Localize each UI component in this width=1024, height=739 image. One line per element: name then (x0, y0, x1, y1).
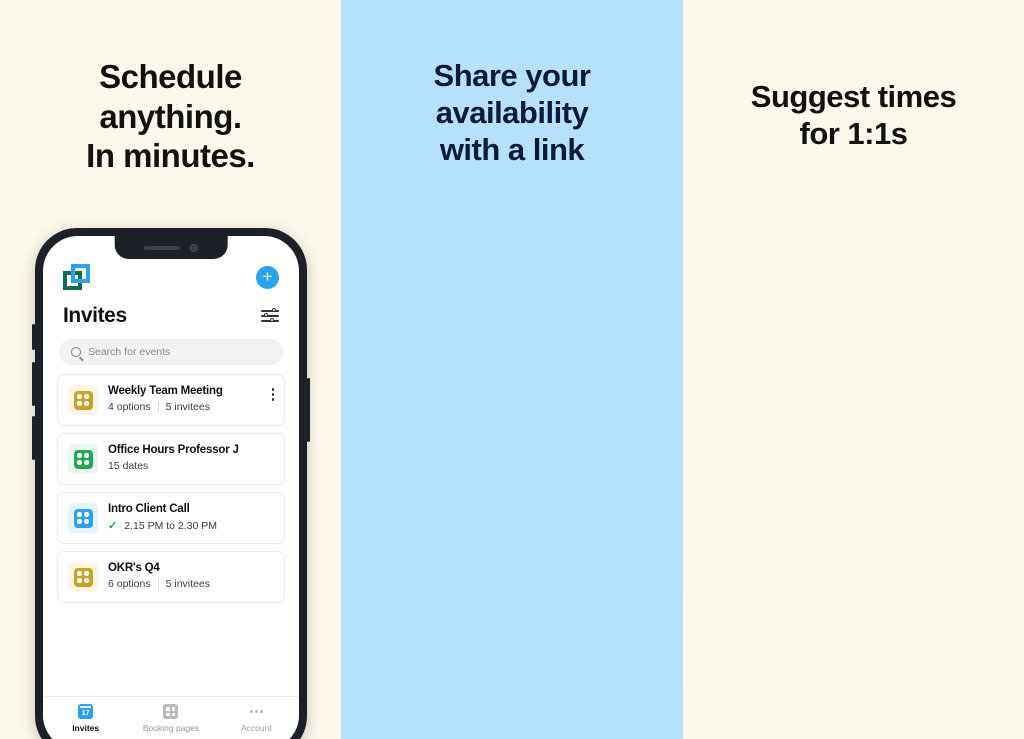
panel-suggest-times: Suggest times for 1:1s Choose a date (683, 0, 1024, 739)
grid-event-icon (68, 385, 98, 415)
meta-divider (157, 402, 159, 412)
invites-app: + Invites Search for events Weekly Team … (43, 236, 299, 739)
ellipsis-icon (249, 704, 264, 719)
tab-booking-pages[interactable]: Booking pages (128, 704, 213, 733)
list-item-body: Office Hours Professor J 15 dates (108, 444, 274, 472)
list-item-meta: ✓ 2.15 PM to 2.30 PM (108, 519, 274, 533)
check-icon: ✓ (108, 520, 118, 532)
list-item-body: Intro Client Call ✓ 2.15 PM to 2.30 PM (108, 503, 274, 532)
list-item-title: Weekly Team Meeting (108, 385, 223, 397)
panel-share-availability: Share your availability with a link (341, 0, 683, 739)
list-item-meta: 4 options 5 invitees (108, 401, 262, 413)
list-item-title: Intro Client Call (108, 503, 190, 515)
grid-event-icon (68, 562, 98, 592)
phone-mute-switch (32, 324, 35, 350)
list-item[interactable]: Intro Client Call ✓ 2.15 PM to 2.30 PM (57, 492, 285, 544)
list-item-title: Office Hours Professor J (108, 444, 239, 456)
panel-schedule-anything: Schedule anything. In minutes. + Invites… (0, 0, 341, 739)
notch-camera-icon (190, 243, 198, 252)
page-title-row: Invites (43, 290, 299, 328)
marketing-screenshot-stage: Schedule anything. In minutes. + Invites… (0, 0, 1024, 739)
kebab-menu-icon[interactable] (271, 385, 274, 401)
list-item[interactable]: OKR's Q4 6 options 5 invitees (57, 551, 285, 603)
list-item-meta: 15 dates (108, 460, 274, 472)
phone-screen-invites: + Invites Search for events Weekly Team … (43, 236, 299, 739)
grid-event-icon (68, 503, 98, 533)
list-item-body: Weekly Team Meeting 4 options 5 invitees (108, 385, 262, 413)
list-item-body: OKR's Q4 6 options 5 invitees (108, 562, 274, 590)
sliders-filter-icon[interactable] (261, 308, 279, 323)
invites-list: Weekly Team Meeting 4 options 5 invitees (43, 365, 299, 603)
list-item-meta-secondary: 5 invitees (165, 578, 210, 590)
tab-label: Booking pages (142, 723, 200, 733)
tab-label: Account (240, 723, 272, 733)
list-item-meta-secondary: 5 invitees (165, 401, 210, 413)
add-button[interactable]: + (256, 265, 279, 289)
notch-speaker (144, 245, 180, 250)
panel-1-headline: Schedule anything. In minutes. (86, 58, 255, 175)
search-icon (71, 347, 81, 357)
grid-event-icon (68, 444, 98, 474)
panel-2-headline: Share your availability with a link (433, 58, 591, 168)
panel-3-headline: Suggest times for 1:1s (750, 79, 957, 152)
list-item[interactable]: Weekly Team Meeting 4 options 5 invitees (57, 374, 285, 426)
phone-power-button (307, 378, 310, 442)
list-item-title: OKR's Q4 (108, 562, 160, 574)
page-title: Invites (63, 304, 127, 327)
tab-account[interactable]: Account (214, 704, 299, 733)
bottom-tab-bar: 17 Invites Booking pages Account (43, 696, 299, 733)
calendar-17-icon: 17 (78, 704, 94, 719)
meta-divider (157, 579, 159, 589)
logo-square-front (71, 264, 90, 283)
plus-icon: + (262, 266, 273, 286)
list-item-meta-primary: 6 options (108, 578, 151, 590)
list-item-meta: 6 options 5 invitees (108, 578, 274, 590)
list-item-meta-primary: 2.15 PM to 2.30 PM (124, 519, 218, 532)
tab-label: Invites (72, 723, 100, 733)
search-input[interactable]: Search for events (59, 339, 283, 365)
grid-icon (163, 704, 179, 719)
tab-invites[interactable]: 17 Invites (43, 704, 128, 733)
list-item[interactable]: Office Hours Professor J 15 dates (57, 433, 285, 485)
phone-volume-down-button (32, 416, 35, 460)
overlapping-squares-logo (63, 264, 90, 290)
search-placeholder: Search for events (88, 346, 171, 358)
list-item-meta-primary: 4 options (108, 401, 151, 413)
phone-notch (114, 236, 228, 259)
phone-volume-up-button (32, 362, 35, 406)
list-item-meta-primary: 15 dates (108, 460, 149, 472)
phone-mockup-invites: + Invites Search for events Weekly Team … (32, 228, 310, 739)
